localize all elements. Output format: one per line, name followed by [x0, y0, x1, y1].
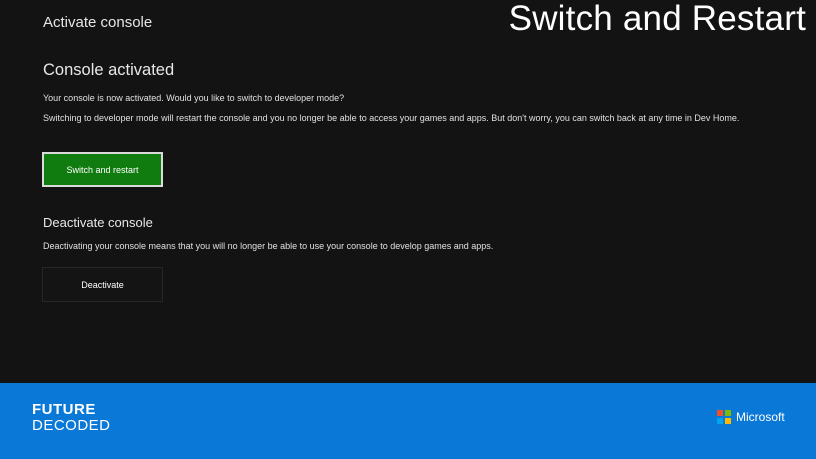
console-screen: Activate console Switch and Restart Cons…: [0, 0, 816, 383]
deactivate-button[interactable]: Deactivate: [42, 267, 163, 302]
future-decoded-logo: FUTURE DECODED: [32, 402, 111, 434]
page-title: Activate console: [43, 14, 153, 31]
console-activated-heading: Console activated: [43, 61, 175, 79]
future-decoded-line1: FUTURE: [32, 401, 96, 418]
deactivate-description-text: Deactivating your console means that you…: [43, 241, 494, 251]
activation-question-text: Your console is now activated. Would you…: [43, 93, 345, 103]
deactivate-console-heading: Deactivate console: [43, 215, 153, 230]
developer-mode-warning-text: Switching to developer mode will restart…: [43, 113, 740, 123]
microsoft-windows-icon: [717, 410, 731, 424]
microsoft-wordmark: Microsoft: [736, 410, 785, 424]
future-decoded-line2: DECODED: [32, 417, 111, 434]
microsoft-logo: Microsoft: [717, 410, 785, 424]
switch-and-restart-button[interactable]: Switch and restart: [42, 152, 163, 187]
footer-banner: FUTURE DECODED Microsoft: [0, 383, 816, 459]
slide-title: Switch and Restart: [508, 0, 806, 38]
